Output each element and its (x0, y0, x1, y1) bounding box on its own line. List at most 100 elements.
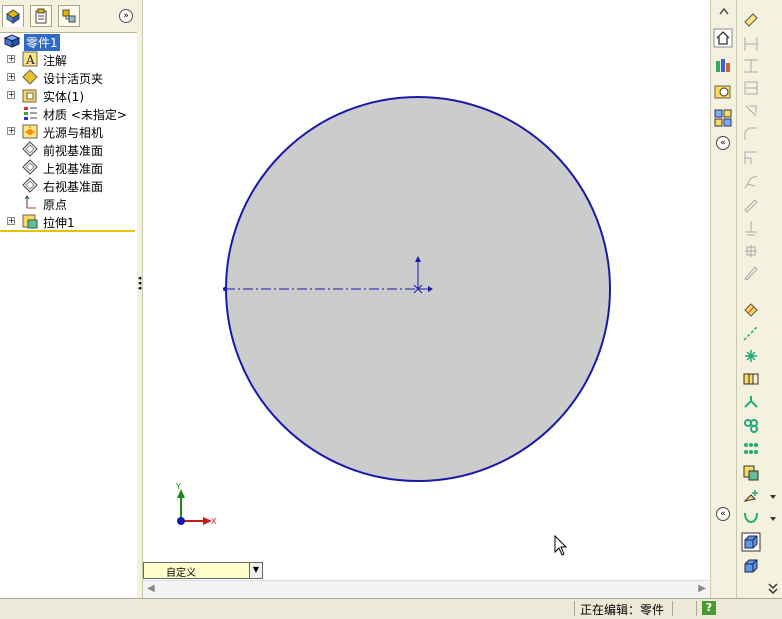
horizontal-dimension-icon[interactable] (741, 34, 761, 54)
mirror-entities-icon[interactable] (741, 416, 761, 436)
more-tools-icon[interactable] (763, 578, 782, 598)
smart-mate-icon[interactable] (741, 487, 761, 507)
tree-item-label: 光源与相机 (43, 126, 104, 140)
design-library-icon[interactable] (713, 55, 733, 75)
tree-item-label: 前视基准面 (43, 144, 104, 158)
panel-tabs: » (0, 0, 137, 33)
tree-item-top-plane[interactable]: 上视基准面 (0, 158, 135, 176)
chamfer-dimension-icon[interactable] (741, 124, 761, 144)
tree-item-label: 设计活页夹 (43, 72, 104, 86)
lights-cameras-icon (22, 124, 38, 139)
dropdown-arrow-icon[interactable]: ▼ (249, 563, 262, 578)
scroll-left-icon[interactable]: ◀ (147, 583, 155, 594)
convert-entities-icon[interactable] (741, 393, 761, 413)
tree-item-label: 实体(1) (43, 90, 84, 104)
offset-entities-icon[interactable] (741, 369, 761, 389)
expand-icon[interactable]: + (7, 217, 15, 225)
horizontal-scrollbar[interactable]: ◀ ▶ (143, 580, 710, 598)
tree-item-label: 原点 (43, 198, 68, 212)
status-editing-text: 正在编辑：零件 (580, 603, 665, 617)
sketch-icon[interactable] (741, 300, 761, 320)
property-manager-icon (35, 8, 47, 24)
collapse-task-pane-button[interactable]: « (716, 507, 730, 521)
plane-icon (22, 141, 38, 157)
tree-item-right-plane[interactable]: 右视基准面 (0, 176, 135, 194)
tree-item-label: 材质 <未指定> (43, 108, 127, 122)
material-icon (24, 107, 37, 120)
feature-manager-tab[interactable] (2, 5, 24, 27)
ordinate-dimension-icon[interactable] (741, 101, 761, 121)
view-palette-icon[interactable] (713, 108, 733, 128)
edit-dimension-icon[interactable] (741, 263, 761, 283)
mouse-cursor-icon (554, 534, 568, 556)
configuration-value: 自定义 (166, 568, 196, 579)
tree-item-solid-bodies[interactable]: + 实体(1) (0, 86, 135, 104)
tree-item-label: 右视基准面 (43, 180, 104, 194)
tree-item-lights-cameras[interactable]: + 光源与相机 (0, 122, 135, 140)
configuration-manager-icon (62, 9, 76, 23)
configuration-manager-tab[interactable] (58, 5, 80, 27)
feature-tree: 零件1 + A 注解 + 设计活页夹 + 实体(1) 材质 <未指定> + 光源… (0, 32, 135, 232)
plane-icon (22, 159, 38, 175)
triad-x-label: X (211, 517, 217, 526)
feature-manager-icon (6, 9, 20, 24)
tree-item-label: 拉伸1 (43, 216, 75, 230)
expand-icon[interactable]: + (7, 91, 15, 99)
scroll-up-icon[interactable] (714, 2, 734, 22)
triad-y-label: Y (175, 482, 181, 491)
expand-icon[interactable]: + (7, 73, 15, 81)
file-explorer-icon[interactable] (713, 82, 733, 102)
task-pane-strip: « « (710, 0, 737, 598)
property-manager-tab[interactable] (30, 5, 52, 27)
centerline-icon[interactable] (741, 323, 761, 343)
arc-dimension-icon[interactable] (741, 172, 761, 192)
help-icon[interactable]: ? (702, 601, 716, 615)
tree-item-label: 上视基准面 (43, 162, 104, 176)
path-length-icon[interactable] (741, 196, 761, 216)
status-divider (672, 601, 673, 616)
solid-body-icon[interactable] (741, 556, 761, 576)
tree-item-annotations[interactable]: + A 注解 (0, 50, 135, 68)
expand-icon[interactable]: + (7, 55, 15, 63)
move-entities-icon[interactable] (741, 463, 761, 483)
dimxpert-icon[interactable] (741, 241, 761, 261)
tree-root-part[interactable]: 零件1 (0, 32, 135, 51)
tree-item-label: 注解 (43, 54, 68, 68)
extrude-icon (22, 214, 38, 229)
point-icon[interactable] (741, 346, 761, 366)
smart-dimension-icon[interactable] (741, 10, 761, 30)
tree-item-material[interactable]: 材质 <未指定> (0, 104, 135, 122)
tree-root-label: 零件1 (24, 34, 60, 51)
expand-task-pane-button[interactable]: « (716, 136, 730, 150)
angle-dimension-icon[interactable] (741, 148, 761, 168)
coordinate-triad (177, 489, 212, 525)
expand-icon[interactable]: + (7, 127, 15, 135)
scroll-right-icon[interactable]: ▶ (698, 583, 706, 594)
tree-item-extrude1[interactable]: + 拉伸1 (0, 212, 135, 230)
svg-text:A: A (25, 53, 35, 67)
dropdown-arrow-icon[interactable] (763, 487, 782, 507)
graphics-area[interactable]: Y X (143, 0, 710, 580)
plane-icon (22, 177, 38, 193)
collapse-panel-button[interactable]: » (119, 9, 133, 23)
design-binder-icon (22, 69, 38, 85)
origin-icon (24, 195, 36, 209)
features-toolbar (736, 0, 782, 598)
feature-manager-panel: » 零件1 + A 注解 + 设计活页夹 + 实体(1) 材质 <未指定> + (0, 0, 138, 598)
tree-item-origin[interactable]: 原点 (0, 194, 135, 212)
tree-item-design-binder[interactable]: + 设计活页夹 (0, 68, 135, 86)
extruded-boss-icon[interactable] (741, 532, 761, 552)
datum-icon[interactable] (741, 218, 761, 238)
tree-item-front-plane[interactable]: 前视基准面 (0, 140, 135, 158)
spline-icon[interactable] (741, 509, 761, 529)
linear-pattern-icon[interactable] (741, 440, 761, 460)
dropdown-arrow-icon[interactable] (763, 509, 782, 529)
home-icon[interactable] (713, 28, 733, 48)
solid-bodies-icon (22, 89, 37, 103)
annotation-icon: A (22, 51, 38, 67)
status-bar: 正在编辑：零件 ? (0, 598, 782, 619)
vertical-dimension-icon[interactable] (741, 56, 761, 76)
baseline-dimension-icon[interactable] (741, 78, 761, 98)
configuration-dropdown[interactable]: 自定义 ▼ (143, 562, 263, 579)
status-divider (696, 601, 697, 616)
